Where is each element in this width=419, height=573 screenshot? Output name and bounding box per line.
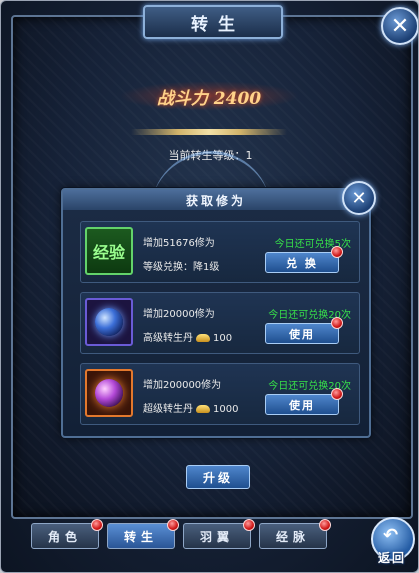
close-icon: ✕ [351,187,367,209]
tab-wings[interactable]: 羽翼 [183,523,251,549]
close-icon: ✕ [390,13,410,39]
dialog-title: 获取修为 [63,190,369,210]
use-button[interactable]: 使用 [265,323,339,344]
blue-orb-icon [95,308,123,336]
pill-name: 超级转生丹 [143,404,193,415]
back-label[interactable]: 返回 [367,549,417,566]
item-gain-text: 增加51676修为 [143,238,215,249]
pill-name: 高级转生丹 [143,333,193,344]
notification-dot [331,246,343,258]
window-title: 转生 [143,5,283,39]
upgrade-button[interactable]: 升级 [186,465,250,489]
window-title-text: 转生 [191,14,245,35]
exp-icon: 经验 [85,227,133,275]
tab-rebirth[interactable]: 转生 [107,523,175,549]
pill-cost: 1000 [213,404,239,415]
gain-cultivation-dialog: 获取修为 经验 增加51676修为 等级兑换：降1级 今日还可兑换5次 兑 换 … [61,188,371,438]
purple-orb-icon [95,379,123,407]
notification-dot [319,519,331,531]
super-pill-icon [85,369,133,417]
exchange-row-super-pill: 增加200000修为 超级转生丹 1000 今日还可兑换20次 使用 [80,363,360,425]
notification-dot [243,519,255,531]
notification-dot [331,317,343,329]
item-gain-text: 增加200000修为 [143,380,222,391]
tab-meridians[interactable]: 经脉 [259,523,327,549]
item-cost-text: 等级兑换：降1级 [143,262,220,273]
back-arrow-icon: ↶ [383,525,399,546]
rebirth-window: 转生 ✕ 战斗力 2400 当前转生等级：1 获取修为 经验 增加51676修为… [0,0,419,573]
item-cost-text: 超级转生丹 1000 [143,400,238,415]
advanced-pill-icon [85,298,133,346]
notification-dot [331,388,343,400]
pill-cost: 100 [213,333,233,344]
exchange-row-advanced-pill: 增加20000修为 高级转生丹 100 今日还可兑换20次 使用 [80,292,360,354]
notification-dot [167,519,179,531]
coin-icon [196,334,210,342]
close-dialog-button[interactable]: ✕ [342,181,376,215]
exchange-row-exp: 经验 增加51676修为 等级兑换：降1级 今日还可兑换5次 兑 换 [80,221,360,283]
notification-dot [91,519,103,531]
item-cost-text: 高级转生丹 100 [143,329,232,344]
item-gain-text: 增加20000修为 [143,309,215,320]
tab-character[interactable]: 角色 [31,523,99,549]
close-window-button[interactable]: ✕ [381,7,418,45]
use-button[interactable]: 使用 [265,394,339,415]
exchange-button[interactable]: 兑 换 [265,252,339,273]
ornament-divider [131,129,287,135]
coin-icon [196,405,210,413]
combat-power: 战斗力 2400 [119,81,299,111]
